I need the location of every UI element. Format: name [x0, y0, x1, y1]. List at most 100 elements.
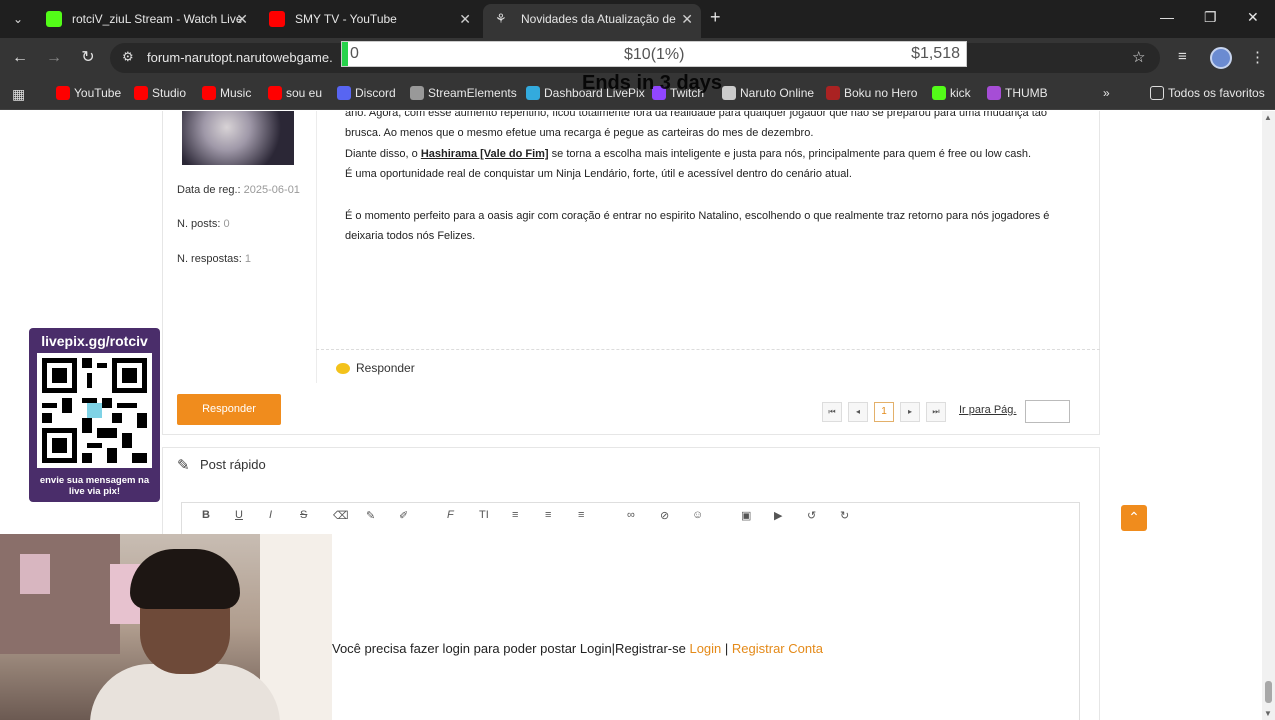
underline-icon[interactable]: U	[235, 509, 243, 521]
reg-date-label: Data de reg.:	[177, 184, 241, 196]
bookmark-item[interactable]: Studio	[134, 86, 186, 100]
bookmark-label: YouTube	[74, 86, 122, 100]
goal-ends-text: Ends in 3 days	[582, 72, 723, 94]
back-to-top-button[interactable]: ⌃	[1121, 505, 1147, 531]
redo-icon[interactable]: ↻	[840, 509, 849, 522]
bookmark-item[interactable]: sou eu	[268, 86, 322, 100]
youtube-icon	[269, 11, 285, 27]
back-icon[interactable]: ←	[9, 47, 31, 69]
first-page-icon[interactable]: ⏮	[822, 402, 842, 422]
new-tab-icon[interactable]: +	[710, 7, 721, 28]
goto-page-input[interactable]	[1025, 400, 1070, 423]
link-icon[interactable]: ∞	[627, 509, 635, 521]
post-footer-divider	[316, 349, 1100, 350]
separator: |	[721, 641, 732, 656]
bookmark-label: THUMB	[1005, 86, 1048, 100]
bookmark-star-icon[interactable]: ☆	[1132, 48, 1145, 66]
bookmark-icon	[526, 86, 540, 100]
italic-icon[interactable]: I	[269, 509, 272, 521]
media-control-icon[interactable]: ≡	[1178, 48, 1187, 65]
font-size-icon[interactable]: TI	[479, 509, 489, 521]
bookmark-item[interactable]: Discord	[337, 86, 396, 100]
menu-icon[interactable]: ⋮	[1250, 48, 1265, 66]
bookmark-label: Naruto Online	[740, 86, 815, 100]
bookmark-item[interactable]: Naruto Online	[722, 86, 814, 100]
bookmark-icon	[202, 86, 216, 100]
reply-count-value: 1	[244, 253, 251, 265]
avatar[interactable]	[1210, 47, 1232, 69]
post-line: É uma oportunidade real de conquistar um…	[345, 168, 852, 180]
tab-search-icon[interactable]: ⌄	[6, 8, 30, 30]
tab-title: SMY TV - YouTube	[295, 12, 397, 26]
emoji-icon[interactable]: ☺	[692, 509, 703, 521]
all-favorites-folder[interactable]: Todos os favoritos	[1150, 86, 1265, 100]
bookmark-item[interactable]: YouTube	[56, 86, 121, 100]
qr-code-icon	[37, 353, 152, 468]
last-page-icon[interactable]: ⏭	[926, 402, 946, 422]
current-page[interactable]: 1	[874, 402, 894, 422]
login-message-text: Você precisa fazer login para poder post…	[332, 641, 690, 656]
scroll-thumb[interactable]	[1265, 681, 1272, 703]
reply-link[interactable]: Responder	[336, 361, 415, 375]
bookmark-label: Studio	[152, 86, 187, 100]
folder-icon	[1150, 86, 1164, 100]
bookmark-item[interactable]: kick	[932, 86, 971, 100]
brush-icon[interactable]: ✐	[399, 509, 408, 522]
post-text: Diante disso, o	[345, 148, 421, 160]
bookmark-item[interactable]: Music	[202, 86, 251, 100]
scroll-down-icon[interactable]: ▼	[1264, 709, 1272, 718]
prev-page-icon[interactable]: ◂	[848, 402, 868, 422]
close-icon[interactable]: ✕	[681, 4, 693, 34]
minimize-icon[interactable]: —	[1160, 9, 1174, 25]
bookmark-icon	[410, 86, 424, 100]
site-info-icon[interactable]: ⚙	[122, 49, 134, 65]
bookmark-item[interactable]: StreamElements	[410, 86, 517, 100]
reply-count: N. respostas: 1	[177, 253, 251, 265]
responder-button[interactable]: Responder	[177, 394, 281, 425]
unlink-icon[interactable]: ⊘	[660, 509, 669, 522]
chevron-up-icon: ⌃	[1128, 509, 1140, 525]
undo-icon[interactable]: ↺	[807, 509, 816, 522]
font-icon[interactable]: F	[447, 509, 454, 521]
pencil-icon[interactable]: ✎	[366, 509, 375, 522]
close-window-icon[interactable]: ✕	[1247, 9, 1259, 26]
webcam-overlay	[0, 534, 332, 720]
scroll-up-icon[interactable]: ▲	[1264, 113, 1272, 122]
bookmark-icon	[826, 86, 840, 100]
livepix-qr-card: livepix.gg/rotciv envie sua mensagem na …	[29, 328, 160, 502]
register-link[interactable]: Registrar Conta	[732, 641, 823, 656]
close-icon[interactable]: ✕	[236, 4, 248, 34]
eraser-icon[interactable]: ⌫	[333, 509, 349, 522]
strikethrough-icon[interactable]: S	[300, 509, 307, 521]
more-bookmarks-icon[interactable]: »	[1103, 86, 1110, 100]
tab-kick[interactable]: rotciV_ziuL Stream - Watch Live ✕	[34, 4, 256, 34]
author-avatar[interactable]	[182, 111, 294, 165]
reply-count-label: N. respostas:	[177, 253, 242, 265]
video-icon[interactable]: ▶	[774, 509, 782, 522]
tab-youtube[interactable]: SMY TV - YouTube ✕	[257, 4, 479, 34]
tab-bar: ⌄ rotciV_ziuL Stream - Watch Live ✕ SMY …	[0, 0, 1275, 38]
goal-progress-fill	[342, 42, 349, 66]
apps-grid-icon[interactable]: ▦	[12, 86, 25, 103]
goto-page-label: Ir para Pág.	[959, 404, 1017, 416]
image-icon[interactable]: ▣	[741, 509, 751, 522]
close-icon[interactable]: ✕	[459, 4, 471, 34]
hashirama-link[interactable]: Hashirama [Vale do Fim]	[421, 148, 549, 160]
bookmark-item[interactable]: THUMB	[987, 86, 1048, 100]
login-link[interactable]: Login	[689, 641, 721, 656]
bookmark-icon	[56, 86, 70, 100]
align-right-icon[interactable]: ≡	[578, 509, 584, 521]
bookmark-item[interactable]: Boku no Hero	[826, 86, 917, 100]
bold-icon[interactable]: B	[202, 509, 210, 521]
restore-icon[interactable]: ❐	[1204, 9, 1217, 26]
align-center-icon[interactable]: ≡	[545, 509, 551, 521]
reload-icon[interactable]: ↻	[77, 47, 99, 69]
next-page-icon[interactable]: ▸	[900, 402, 920, 422]
all-favorites-label: Todos os favoritos	[1168, 86, 1265, 100]
tab-forum[interactable]: ⚘ Novidades da Atualização de ✕	[483, 4, 701, 38]
webcam-shelf	[0, 534, 120, 654]
post-count-value: 0	[223, 218, 230, 230]
forward-icon[interactable]: →	[43, 47, 65, 69]
page-scrollbar[interactable]: ▲ ▼	[1262, 111, 1275, 720]
align-left-icon[interactable]: ≡	[512, 509, 518, 521]
